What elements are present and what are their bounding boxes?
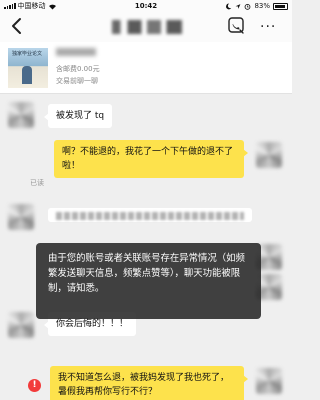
self-avatar[interactable]	[256, 142, 282, 168]
product-status: 交易前聊一聊	[56, 77, 98, 85]
read-receipt: 已读	[30, 179, 44, 187]
self-avatar[interactable]	[256, 368, 282, 394]
moon-icon	[226, 3, 232, 9]
message-bubble-outgoing[interactable]: 啊？不能退的，我花了一个下午做的退不了啦！	[54, 140, 248, 178]
redacted-contact-name	[112, 20, 182, 34]
redacted-message	[48, 208, 252, 222]
product-price: 含邮费0.00元	[56, 65, 100, 73]
chevron-left-icon[interactable]	[8, 16, 26, 36]
thumb-caption: 独家毕业论文	[12, 51, 43, 57]
thumb-figure	[22, 66, 32, 84]
phone-call-icon[interactable]	[226, 16, 246, 36]
message-bubble-outgoing[interactable]: 我不知道怎么退，被我妈发现了我也死了，暑假我再帮你写行不行？	[50, 366, 248, 400]
send-failed-icon[interactable]: !	[28, 379, 41, 392]
alarm-icon	[245, 3, 251, 10]
restriction-toast: 由于您的账号或者关联账号存在异常情况（如频繁发送聊天信息，频繁点赞等），聊天功能…	[36, 243, 261, 319]
product-card[interactable]: 独家毕业论文 含邮费0.00元 交易前聊一聊	[0, 42, 292, 94]
battery-icon	[273, 2, 288, 10]
contact-avatar[interactable]	[8, 204, 34, 230]
nav-bar: ···	[0, 12, 292, 42]
product-thumbnail: 独家毕业论文	[8, 48, 48, 88]
redacted-product-title	[56, 48, 96, 56]
more-options-icon[interactable]: ···	[260, 20, 276, 34]
location-icon	[236, 3, 241, 9]
message-bubble-incoming[interactable]: 被发现了 tq	[43, 104, 113, 128]
contact-avatar[interactable]	[8, 102, 34, 128]
contact-avatar[interactable]	[8, 312, 34, 338]
battery-percent: 83%	[254, 2, 270, 10]
status-right: 83%	[225, 0, 288, 12]
status-bar: 中国移动 10:42 83%	[0, 0, 292, 12]
